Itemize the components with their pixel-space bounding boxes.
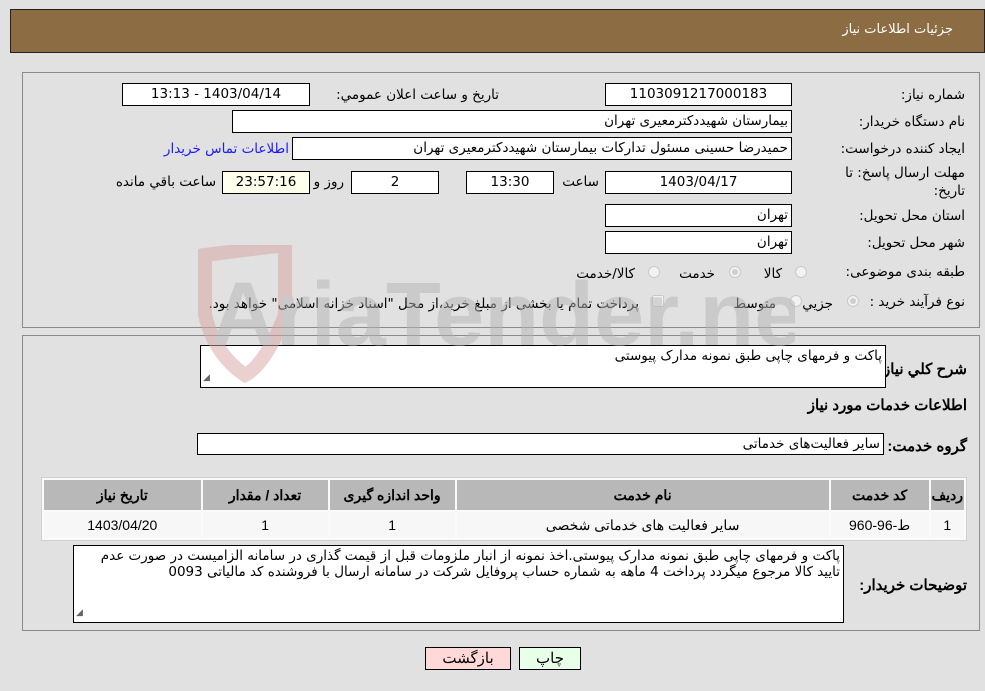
col-need-date: تاريخ نياز	[44, 480, 201, 510]
need-number-field: 1103091217000183	[605, 83, 792, 106]
province-label: استان محل تحويل:	[859, 208, 965, 224]
services-table: رديف کد خدمت نام خدمت واحد اندازه گيری ت…	[41, 477, 967, 541]
buyer-contact-link[interactable]: اطلاعات تماس خريدار	[164, 141, 289, 157]
process-radio-medium[interactable]	[790, 295, 802, 307]
need-details-panel: شماره نياز: 1103091217000183 تاريخ و ساع…	[22, 72, 980, 328]
summary-textarea[interactable]: پاکت و فرمهای چاپی طبق نمونه مدارک پيوست…	[200, 345, 886, 388]
need-number-label: شماره نياز:	[900, 87, 965, 103]
category-radio-goods[interactable]	[795, 266, 807, 278]
col-service-name: نام خدمت	[456, 480, 829, 510]
col-unit: واحد اندازه گيری	[329, 480, 455, 510]
cell-need-date: 1403/04/20	[44, 512, 201, 538]
resize-grip-icon[interactable]: ◢	[76, 605, 83, 621]
city-label: شهر محل تحويل:	[867, 235, 965, 251]
process-medium-label: متوسط	[733, 296, 776, 312]
services-section-title: اطلاعات خدمات مورد نياز	[807, 397, 967, 414]
print-button[interactable]: چاپ	[519, 647, 581, 670]
category-radio-service[interactable]	[729, 266, 741, 278]
table-header-row: رديف کد خدمت نام خدمت واحد اندازه گيری ت…	[44, 480, 964, 510]
page-title: جزئيات اطلاعات نياز	[842, 22, 953, 37]
buyer-org-label: نام دستگاه خريدار:	[858, 114, 965, 130]
summary-label: شرح کلي نياز:	[878, 361, 967, 378]
category-radio-goods-service[interactable]	[648, 266, 660, 278]
services-panel: شرح کلي نياز: پاکت و فرمهای چاپی طبق نمو…	[22, 335, 980, 631]
province-field: تهران	[605, 204, 792, 227]
cell-row-number: 1	[930, 512, 964, 538]
summary-text: پاکت و فرمهای چاپی طبق نمونه مدارک پيوست…	[614, 348, 882, 364]
cell-service-name: ساير فعاليت های خدماتی شخصی	[456, 512, 829, 538]
col-quantity: تعداد / مقدار	[202, 480, 328, 510]
requester-field: حميدرضا حسينی مسئول تدارکات بيمارستان شه…	[292, 137, 792, 160]
process-partial-label: جزيي	[802, 296, 833, 312]
table-row: 1 ط-96-960 ساير فعاليت های خدماتی شخصی 1…	[44, 512, 964, 538]
process-radio-partial[interactable]	[847, 295, 859, 307]
back-button[interactable]: بازگشت	[425, 647, 511, 670]
category-label: طبقه بندی موضوعی:	[845, 264, 965, 280]
buyer-org-field: بيمارستان شهيددكترمعيری تهران	[232, 110, 792, 133]
deadline-date-field: 1403/04/17	[605, 171, 792, 194]
deadline-label: مهلت ارسال پاسخ: تا تاريخ:	[845, 165, 965, 199]
category-service-label: خدمت	[679, 266, 715, 282]
col-row-number: رديف	[930, 480, 964, 510]
announce-label: تاريخ و ساعت اعلان عمومي:	[336, 87, 499, 103]
page-header: جزئيات اطلاعات نياز	[10, 9, 985, 53]
col-service-code: کد خدمت	[830, 480, 929, 510]
buyer-notes-text: پاکت و فرمهای چاپی طبق نمونه مدارک پيوست…	[100, 548, 840, 580]
days-label: روز و	[313, 174, 344, 190]
remaining-time-label: ساعت باقي مانده	[115, 174, 216, 190]
service-group-label: گروه خدمت:	[887, 438, 967, 455]
treasury-note: پرداخت تمام يا بخشی از مبلغ خريد،از محل …	[208, 296, 639, 312]
process-label: نوع فرآيند خريد :	[869, 294, 965, 310]
buyer-notes-textarea[interactable]: پاکت و فرمهای چاپی طبق نمونه مدارک پيوست…	[73, 545, 844, 623]
treasury-checkbox[interactable]	[652, 295, 664, 307]
city-field: تهران	[605, 231, 792, 254]
service-group-field: ساير فعاليت‌های خدماتی	[197, 433, 884, 455]
buyer-notes-label: توضيحات خريدار:	[859, 577, 967, 594]
deadline-time-label: ساعت	[562, 174, 599, 190]
cell-unit: 1	[329, 512, 455, 538]
category-goods-label: کالا	[763, 266, 782, 282]
resize-grip-icon[interactable]: ◢	[203, 370, 210, 386]
days-remaining-field: 2	[351, 171, 439, 194]
announce-datetime-field: 1403/04/14 - 13:13	[122, 83, 310, 106]
cell-service-code: ط-96-960	[830, 512, 929, 538]
category-goods-service-label: کالا/خدمت	[576, 266, 635, 282]
requester-label: ايجاد کننده درخواست:	[840, 141, 965, 157]
remaining-time-field: 23:57:16	[222, 171, 310, 194]
cell-quantity: 1	[202, 512, 328, 538]
deadline-time-field: 13:30	[466, 171, 554, 194]
